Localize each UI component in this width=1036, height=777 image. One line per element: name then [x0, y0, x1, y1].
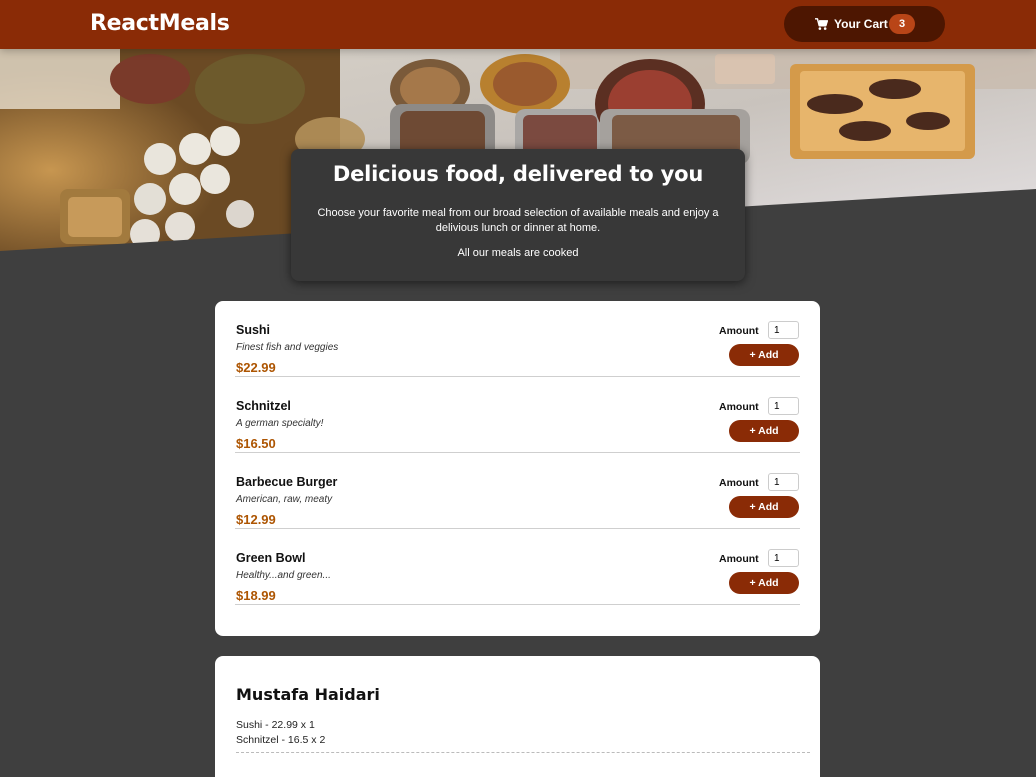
- summary-text: Choose your favorite meal from our broad…: [317, 207, 719, 234]
- meal-item: Barbecue Burger American, raw, meaty $12…: [235, 453, 800, 529]
- order-customer-name: Mustafa Haidari: [236, 685, 380, 704]
- amount-input[interactable]: [768, 473, 799, 491]
- meal-description: Finest fish and veggies: [236, 342, 339, 353]
- cart-button[interactable]: Your Cart 3: [784, 6, 945, 42]
- cart-label: Your Cart: [834, 17, 888, 31]
- amount-input[interactable]: [768, 397, 799, 415]
- meals-summary: Delicious food, delivered to you Choose …: [291, 149, 745, 281]
- brand-title: ReactMeals: [90, 11, 230, 36]
- summary-text-2: All our meals are cooked: [457, 247, 579, 259]
- meal-item: Schnitzel A german specialty! $16.50 Amo…: [235, 377, 800, 453]
- add-button[interactable]: + Add: [729, 496, 799, 518]
- add-button[interactable]: + Add: [729, 572, 799, 594]
- meal-description: American, raw, meaty: [236, 494, 333, 505]
- cart-icon: [815, 17, 829, 31]
- order-card: Mustafa Haidari Sushi - 22.99 x 1 Schnit…: [215, 656, 820, 777]
- order-line-item: Schnitzel - 16.5 x 2: [236, 734, 326, 746]
- meal-item: Sushi Finest fish and veggies $22.99 Amo…: [235, 301, 800, 377]
- summary-title: Delicious food, delivered to you: [332, 162, 704, 186]
- add-button[interactable]: + Add: [729, 344, 799, 366]
- meal-description: Healthy...and green...: [236, 570, 331, 581]
- amount-label: Amount: [719, 477, 759, 489]
- order-divider: [236, 752, 810, 753]
- add-button[interactable]: + Add: [729, 420, 799, 442]
- amount-label: Amount: [719, 325, 759, 337]
- meal-price: $22.99: [236, 360, 276, 375]
- meal-name: Schnitzel: [236, 399, 291, 413]
- cart-count-badge: 3: [889, 14, 915, 34]
- meal-price: $16.50: [236, 436, 276, 451]
- meal-name: Sushi: [236, 323, 271, 337]
- meal-name: Barbecue Burger: [236, 475, 338, 489]
- order-line-item: Sushi - 22.99 x 1: [236, 719, 315, 731]
- amount-input[interactable]: [768, 549, 799, 567]
- meal-price: $18.99: [236, 588, 276, 603]
- meal-item: Green Bowl Healthy...and green... $18.99…: [235, 529, 800, 605]
- available-meals-card: Sushi Finest fish and veggies $22.99 Amo…: [215, 301, 820, 636]
- meal-price: $12.99: [236, 512, 276, 527]
- meal-name: Green Bowl: [236, 551, 306, 565]
- amount-label: Amount: [719, 553, 759, 565]
- amount-input[interactable]: [768, 321, 799, 339]
- meal-description: A german specialty!: [236, 418, 324, 429]
- app-header: ReactMeals Your Cart 3: [0, 0, 1036, 49]
- amount-label: Amount: [719, 401, 759, 413]
